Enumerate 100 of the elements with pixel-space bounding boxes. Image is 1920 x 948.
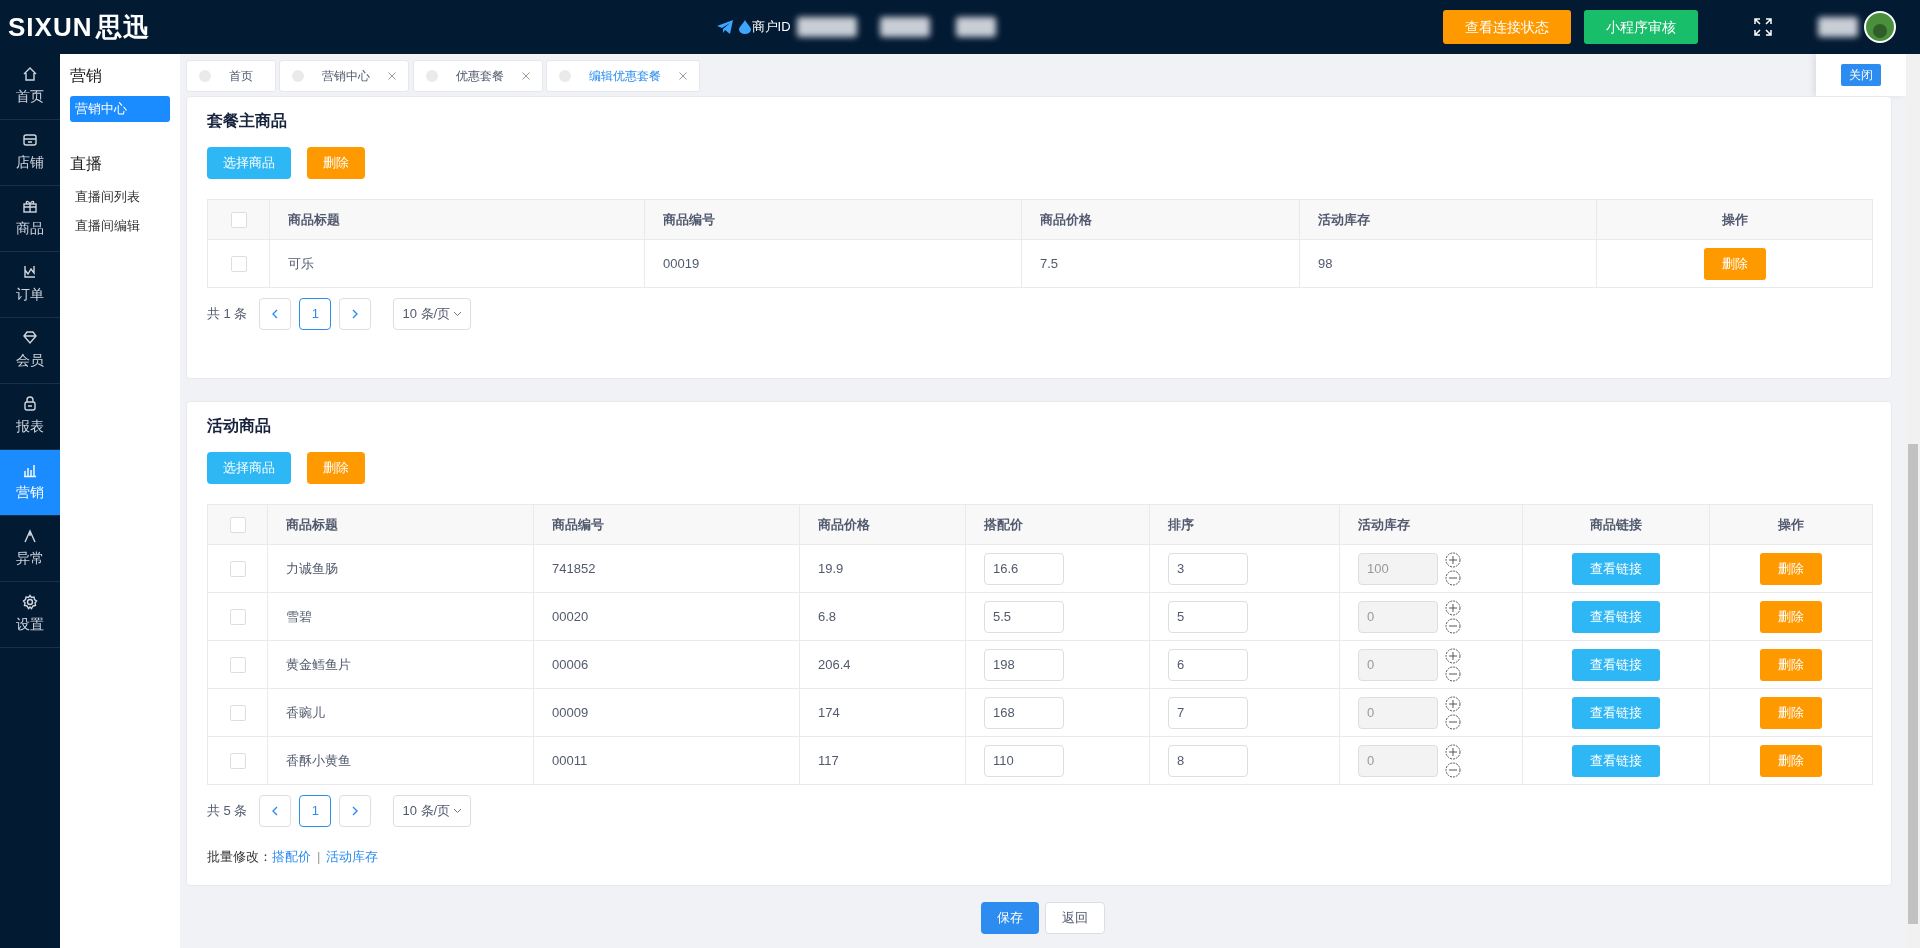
diamond-icon: [22, 330, 38, 346]
sort-field[interactable]: 3: [1168, 552, 1248, 585]
close-icon[interactable]: [388, 72, 397, 80]
close-icon[interactable]: [521, 72, 530, 80]
table-cell: 117: [799, 736, 966, 785]
view-link-button[interactable]: 查看链接: [1572, 744, 1660, 777]
table-cell: 香酥小黄鱼: [267, 736, 534, 785]
caret-icon: [453, 311, 463, 317]
match-price-field[interactable]: 16.6: [984, 552, 1064, 585]
bulk-edit-link[interactable]: 活动库存: [326, 847, 379, 867]
page-tab[interactable]: 编辑优惠套餐: [545, 60, 700, 92]
submenu-item[interactable]: 营销中心: [70, 96, 170, 122]
delete-button[interactable]: 删除: [307, 147, 365, 179]
column-header: 商品价格: [799, 504, 966, 545]
view-link-button[interactable]: 查看链接: [1572, 696, 1660, 729]
review-button[interactable]: 小程序审核: [1584, 10, 1698, 44]
view-link-button[interactable]: 查看链接: [1572, 648, 1660, 681]
table-cell: 206.4: [799, 640, 966, 689]
page-tab[interactable]: 营销中心: [279, 60, 410, 92]
view-link-button[interactable]: 查看链接: [1572, 600, 1660, 633]
submenu-item[interactable]: 直播间列表: [70, 183, 170, 209]
minus-icon[interactable]: [1444, 713, 1461, 730]
page-button[interactable]: 1: [299, 795, 332, 827]
separator: |: [317, 848, 321, 866]
total-count: 共 5 条: [207, 802, 248, 821]
page-tab[interactable]: 优惠套餐: [412, 60, 543, 92]
match-price-field[interactable]: 168: [984, 696, 1064, 729]
delete-button[interactable]: 删除: [1760, 552, 1822, 585]
table-cell: 00009: [533, 688, 800, 737]
gift-icon: [22, 198, 38, 214]
delete-button[interactable]: 删除: [1703, 247, 1766, 280]
checkbox[interactable]: [229, 657, 246, 674]
scrollbar[interactable]: [1906, 54, 1920, 948]
checkbox[interactable]: [229, 705, 246, 722]
column-header: 排序: [1149, 504, 1340, 545]
plus-icon[interactable]: [1444, 599, 1461, 616]
table-cell: 黄金鳕鱼片: [267, 640, 534, 689]
table-cell: 6.8: [799, 592, 966, 641]
checkbox[interactable]: [230, 212, 247, 229]
delete-button[interactable]: 删除: [1760, 696, 1822, 729]
minus-icon[interactable]: [1444, 569, 1461, 586]
save-button[interactable]: 保存: [980, 901, 1039, 934]
fullscreen-icon[interactable]: [1754, 18, 1772, 36]
next-page-button[interactable]: [339, 298, 372, 330]
submenu-item[interactable]: 直播间编辑: [70, 213, 170, 239]
nav-item[interactable]: 营销: [0, 450, 60, 516]
chevron-icon: [271, 309, 280, 319]
shop-icon: [22, 132, 38, 148]
table-cell: 00006: [533, 640, 800, 689]
minus-icon[interactable]: [1444, 761, 1461, 778]
minus-icon[interactable]: [1444, 665, 1461, 682]
checkbox[interactable]: [230, 256, 247, 273]
view-link-button[interactable]: 查看链接: [1572, 552, 1660, 585]
delete-button[interactable]: 删除: [307, 452, 365, 484]
page-button[interactable]: 1: [299, 298, 332, 330]
next-page-button[interactable]: [339, 795, 372, 827]
delete-button[interactable]: 删除: [1760, 744, 1822, 777]
checkbox[interactable]: [229, 609, 246, 626]
minus-icon[interactable]: [1444, 617, 1461, 634]
bulk-edit-link[interactable]: 搭配价: [272, 847, 311, 867]
redaction-blur: [956, 17, 997, 37]
delete-button[interactable]: 删除: [1760, 648, 1822, 681]
match-price-field[interactable]: 110: [984, 744, 1064, 777]
chevron-icon: [351, 806, 360, 816]
checkbox[interactable]: [229, 517, 246, 534]
page-size-select[interactable]: 10 条/页: [393, 298, 472, 330]
match-price-field[interactable]: 5.5: [984, 600, 1064, 633]
paper-plane-icon: [716, 20, 733, 34]
logo-text: 思迅: [95, 10, 150, 44]
match-price-field[interactable]: 198: [984, 648, 1064, 681]
avatar[interactable]: [1864, 11, 1896, 43]
scrollbar-thumb[interactable]: [1908, 444, 1918, 924]
select-products-button[interactable]: 选择商品: [207, 147, 291, 179]
column-header: 操作: [1709, 504, 1873, 545]
back-button[interactable]: 返回: [1045, 901, 1106, 934]
plus-icon[interactable]: [1444, 647, 1461, 664]
previous-page-button[interactable]: [259, 795, 292, 827]
column-header: 操作: [1596, 199, 1873, 240]
connection-status-button[interactable]: 查看连接状态: [1443, 10, 1571, 44]
previous-page-button[interactable]: [259, 298, 292, 330]
table-cell: 174: [799, 688, 966, 737]
select-products-button[interactable]: 选择商品: [207, 452, 291, 484]
gear-icon: [22, 594, 38, 610]
checkbox[interactable]: [229, 561, 246, 578]
close-button[interactable]: 关闭: [1841, 64, 1881, 86]
sort-field[interactable]: 5: [1168, 600, 1248, 633]
close-icon[interactable]: [678, 72, 687, 80]
bar-chart-icon: [22, 462, 38, 478]
redaction-blur: [797, 17, 858, 37]
delete-button[interactable]: 删除: [1760, 600, 1822, 633]
plus-icon[interactable]: [1444, 743, 1461, 760]
page-size-select[interactable]: 10 条/页: [393, 795, 472, 827]
sort-field[interactable]: 7: [1168, 696, 1248, 729]
page-tab[interactable]: 首页: [186, 60, 276, 92]
sort-field[interactable]: 6: [1168, 648, 1248, 681]
sort-field[interactable]: 8: [1168, 744, 1248, 777]
checkbox[interactable]: [229, 753, 246, 770]
plus-icon[interactable]: [1444, 695, 1461, 712]
plus-icon[interactable]: [1444, 551, 1461, 568]
column-header: 商品价格: [1021, 199, 1300, 240]
